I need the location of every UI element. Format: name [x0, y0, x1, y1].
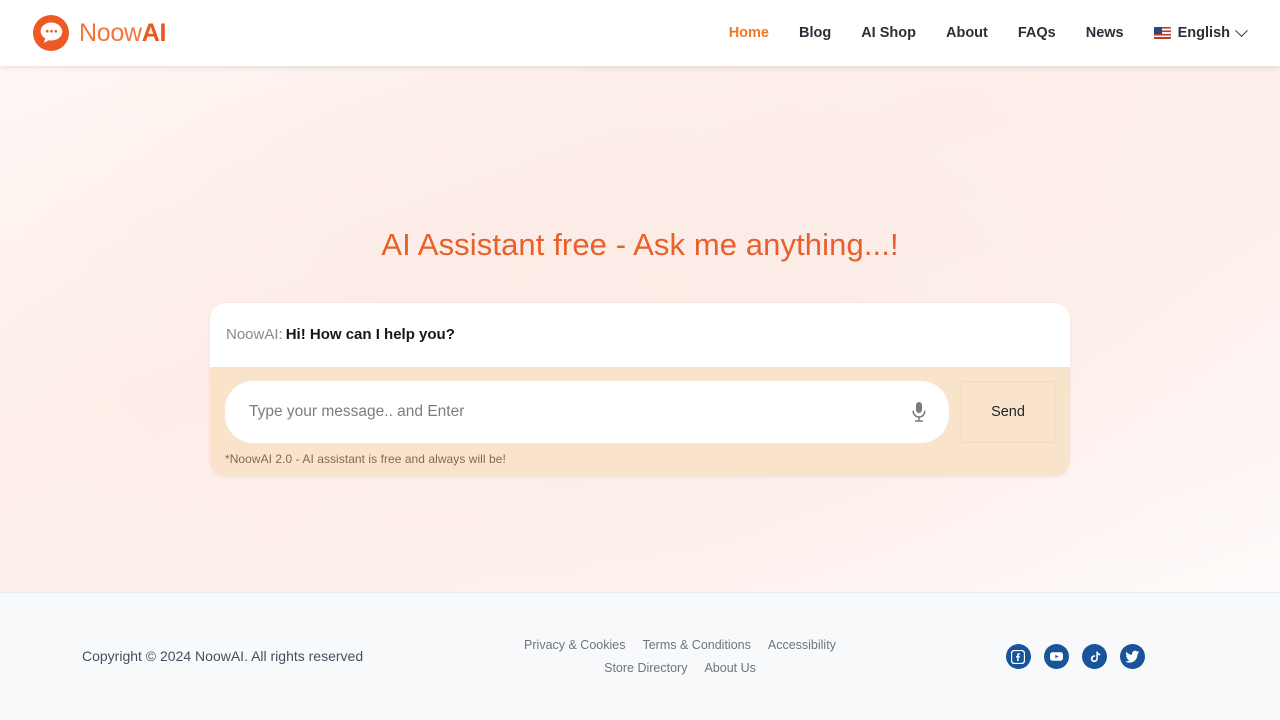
facebook-icon[interactable]: [1005, 644, 1031, 669]
tiktok-icon[interactable]: [1081, 644, 1107, 669]
message-input-wrapper[interactable]: [225, 380, 949, 443]
footer-link-terms-conditions[interactable]: Terms & Conditions: [642, 638, 750, 652]
brand-name-bold: AI: [141, 18, 167, 47]
chat-message-text: Hi! How can I help you?: [285, 326, 455, 344]
site-header: NoowAI Home Blog AI Shop About FAQs News…: [0, 0, 1280, 66]
footer-links: Privacy & Cookies Terms & Conditions Acc…: [420, 638, 940, 675]
chat-widget: NoowAI: Hi! How can I help you? Type you…: [210, 303, 1070, 476]
us-flag-icon: [1153, 27, 1171, 39]
chat-bubble-logo-icon: [32, 14, 70, 52]
nav-item-about[interactable]: About: [931, 20, 1003, 47]
page-title: AI Assistant free - Ask me anything...!: [381, 227, 899, 262]
message-composer: Send *NoowAI 2.0 - AI assistant is free …: [210, 366, 1070, 476]
footer-link-store-directory[interactable]: Store Directory: [604, 661, 687, 675]
language-selector[interactable]: English: [1139, 19, 1250, 47]
nav-item-home[interactable]: Home: [714, 20, 784, 47]
main-content: AI Assistant free - Ask me anything...! …: [0, 66, 1280, 592]
composer-row: Send: [225, 380, 1055, 443]
twitter-icon[interactable]: [1119, 644, 1145, 669]
nav-item-ai-shop[interactable]: AI Shop: [846, 20, 931, 47]
nav-item-news[interactable]: News: [1071, 20, 1139, 47]
brand-logo-link[interactable]: NoowAI: [32, 14, 166, 52]
nav-item-faqs[interactable]: FAQs: [1003, 20, 1071, 47]
language-label: English: [1177, 25, 1230, 41]
main-navigation: Home Blog AI Shop About FAQs News Englis…: [714, 19, 1250, 47]
footer-link-privacy-cookies[interactable]: Privacy & Cookies: [524, 638, 625, 652]
chat-log: NoowAI: Hi! How can I help you?: [210, 303, 1070, 367]
page-root: NoowAI Home Blog AI Shop About FAQs News…: [0, 0, 1280, 720]
chat-message-row: NoowAI: Hi! How can I help you?: [226, 325, 1054, 345]
copyright-text: Copyright © 2024 NoowAI. All rights rese…: [82, 647, 364, 664]
footer-link-about-us[interactable]: About Us: [704, 661, 755, 675]
youtube-icon[interactable]: [1043, 644, 1069, 669]
nav-item-blog[interactable]: Blog: [784, 20, 846, 47]
chevron-down-icon: [1235, 23, 1248, 37]
microphone-icon[interactable]: [907, 400, 931, 424]
footer-link-accessibility[interactable]: Accessibility: [768, 638, 836, 652]
message-input[interactable]: [249, 380, 907, 443]
site-footer: Copyright © 2024 NoowAI. All rights rese…: [0, 592, 1280, 720]
composer-note: *NoowAI 2.0 - AI assistant is free and a…: [225, 451, 506, 466]
brand-name-light: Noow: [79, 18, 142, 47]
brand-name: NoowAI: [79, 18, 167, 47]
footer-links-row-1: Privacy & Cookies Terms & Conditions Acc…: [524, 638, 836, 652]
footer-links-row-2: Store Directory About Us: [604, 661, 756, 675]
social-links: [940, 644, 1240, 669]
chat-speaker-label: NoowAI:: [226, 326, 283, 344]
send-button[interactable]: Send: [961, 380, 1055, 443]
